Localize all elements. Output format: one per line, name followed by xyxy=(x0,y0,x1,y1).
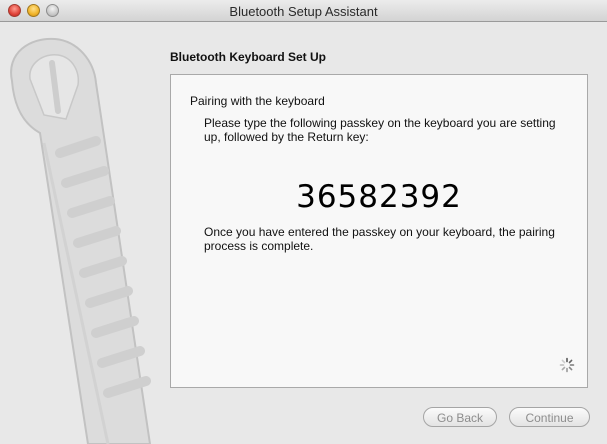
wand-shape xyxy=(10,37,152,444)
content-panel: Pairing with the keyboard Please type th… xyxy=(170,74,588,388)
instructions-text: Please type the following passkey on the… xyxy=(204,116,556,144)
title-bar[interactable]: Bluetooth Setup Assistant xyxy=(0,0,607,22)
passkey-display: 36582392 xyxy=(296,179,462,215)
section-title: Bluetooth Keyboard Set Up xyxy=(170,50,327,64)
pairing-heading: Pairing with the keyboard xyxy=(190,94,325,108)
continue-button[interactable]: Continue xyxy=(509,407,590,427)
bluetooth-wand-illustration xyxy=(10,37,152,444)
progress-spinner-icon xyxy=(559,357,575,373)
completion-text: Once you have entered the passkey on you… xyxy=(204,225,555,253)
go-back-button[interactable]: Go Back xyxy=(423,407,497,427)
window-title: Bluetooth Setup Assistant xyxy=(229,4,378,19)
setup-assistant-window: Bluetooth Setup Assistant Bluetooth Keyb… xyxy=(0,0,607,444)
